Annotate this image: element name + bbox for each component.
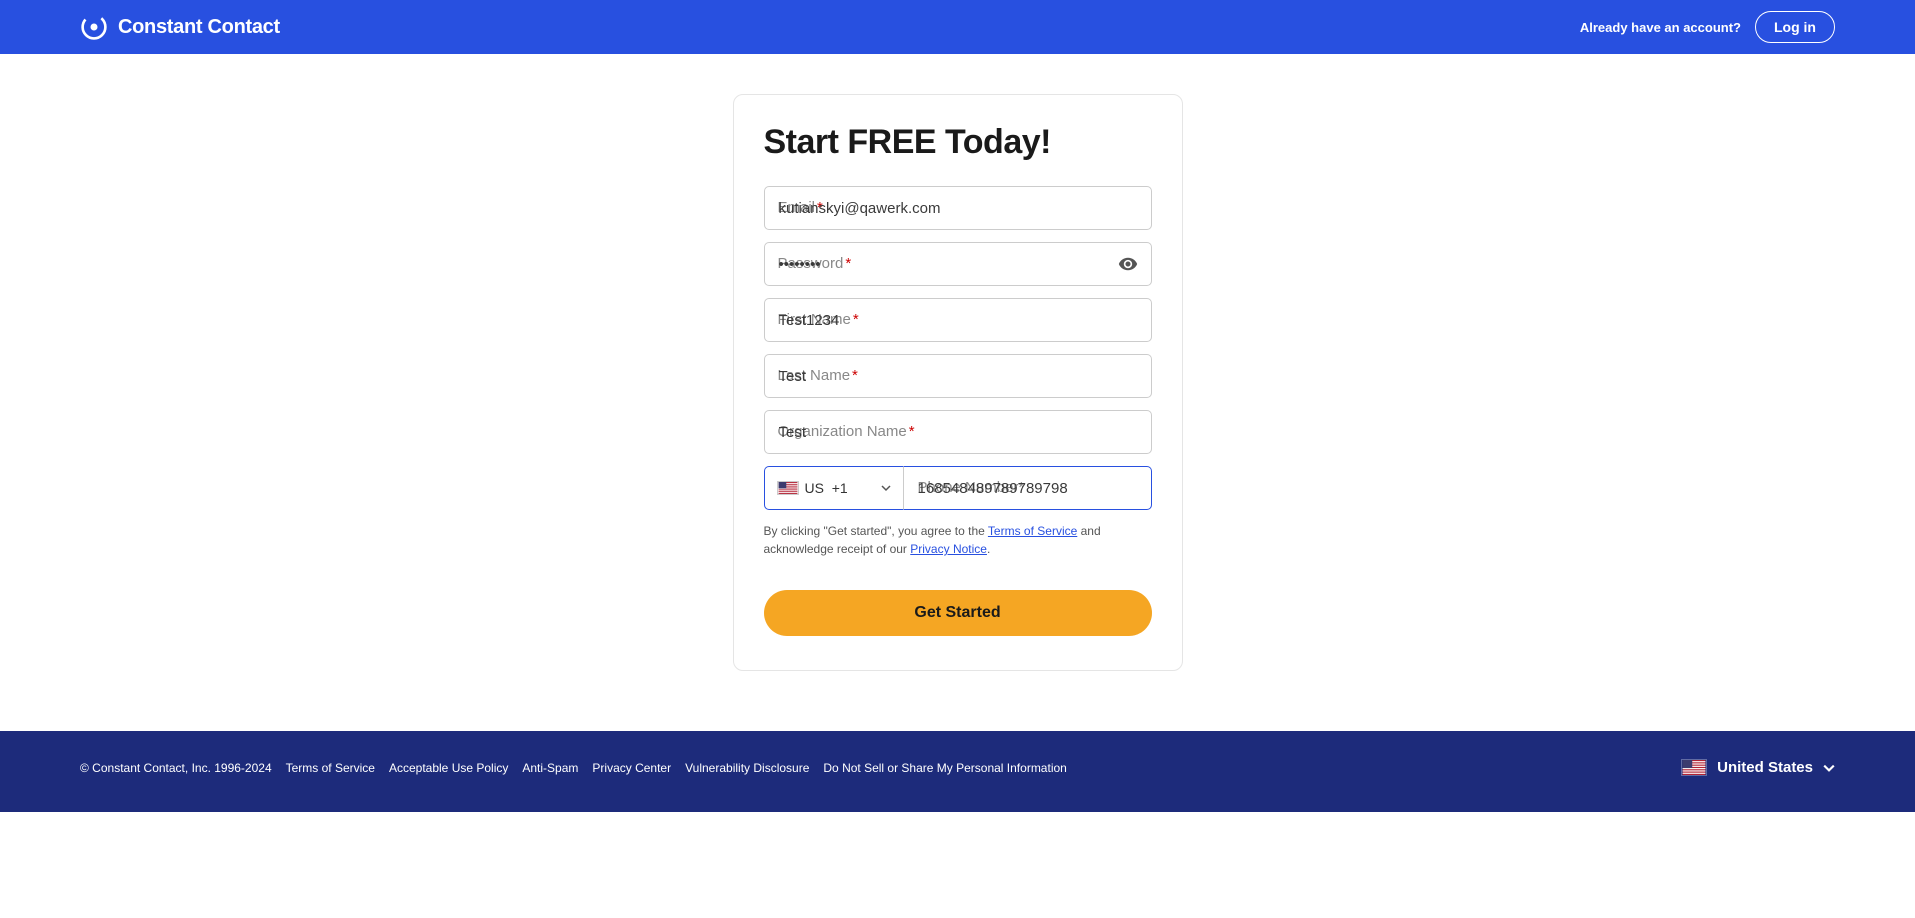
country-code-select[interactable]: US +1: [764, 466, 904, 510]
last-name-field[interactable]: [764, 354, 1152, 398]
privacy-notice-link[interactable]: Privacy Notice: [910, 542, 987, 556]
email-field-wrap: Email*: [764, 186, 1152, 230]
phone-row: US +1 Phone Number*: [764, 466, 1152, 510]
legal-text: By clicking "Get started", you agree to …: [764, 522, 1152, 558]
last-name-field-wrap: Last Name*: [764, 354, 1152, 398]
us-flag-icon: [1681, 759, 1707, 776]
brand-logo[interactable]: Constant Contact: [80, 13, 280, 41]
password-field[interactable]: [764, 242, 1152, 286]
footer: © Constant Contact, Inc. 1996-2024 Terms…: [0, 731, 1915, 812]
org-name-field[interactable]: [764, 410, 1152, 454]
main: Start FREE Today! Email* Password* First…: [0, 54, 1915, 731]
account-prompt: Already have an account?: [1580, 20, 1741, 35]
brand-name: Constant Contact: [118, 16, 280, 39]
footer-link[interactable]: Vulnerability Disclosure: [685, 761, 809, 775]
chevron-down-icon: [1823, 762, 1835, 774]
country-code-label: US +1: [805, 480, 848, 496]
page-heading: Start FREE Today!: [764, 123, 1152, 162]
footer-link[interactable]: Anti-Spam: [522, 761, 578, 775]
footer-link[interactable]: Do Not Sell or Share My Personal Informa…: [823, 761, 1066, 775]
us-flag-icon: [777, 481, 799, 495]
org-name-field-wrap: Organization Name*: [764, 410, 1152, 454]
toggle-password-visibility-icon[interactable]: [1118, 254, 1138, 274]
email-field[interactable]: [764, 186, 1152, 230]
password-field-wrap: Password*: [764, 242, 1152, 286]
header-actions: Already have an account? Log in: [1580, 11, 1835, 43]
phone-field[interactable]: [904, 466, 1152, 510]
signup-card: Start FREE Today! Email* Password* First…: [733, 94, 1183, 671]
chevron-down-icon: [881, 483, 891, 493]
phone-field-wrap: Phone Number*: [904, 466, 1152, 510]
get-started-button[interactable]: Get Started: [764, 590, 1152, 636]
first-name-field[interactable]: [764, 298, 1152, 342]
footer-link[interactable]: Terms of Service: [286, 761, 375, 775]
footer-links: © Constant Contact, Inc. 1996-2024 Terms…: [80, 761, 1067, 775]
terms-of-service-link[interactable]: Terms of Service: [988, 524, 1077, 538]
first-name-field-wrap: First Name*: [764, 298, 1152, 342]
brand-logo-icon: [80, 13, 108, 41]
header: Constant Contact Already have an account…: [0, 0, 1915, 54]
footer-link[interactable]: Privacy Center: [592, 761, 671, 775]
selected-country: United States: [1717, 759, 1813, 776]
country-selector[interactable]: United States: [1681, 759, 1835, 776]
footer-link[interactable]: Acceptable Use Policy: [389, 761, 508, 775]
copyright: © Constant Contact, Inc. 1996-2024: [80, 761, 272, 775]
login-button[interactable]: Log in: [1755, 11, 1835, 43]
